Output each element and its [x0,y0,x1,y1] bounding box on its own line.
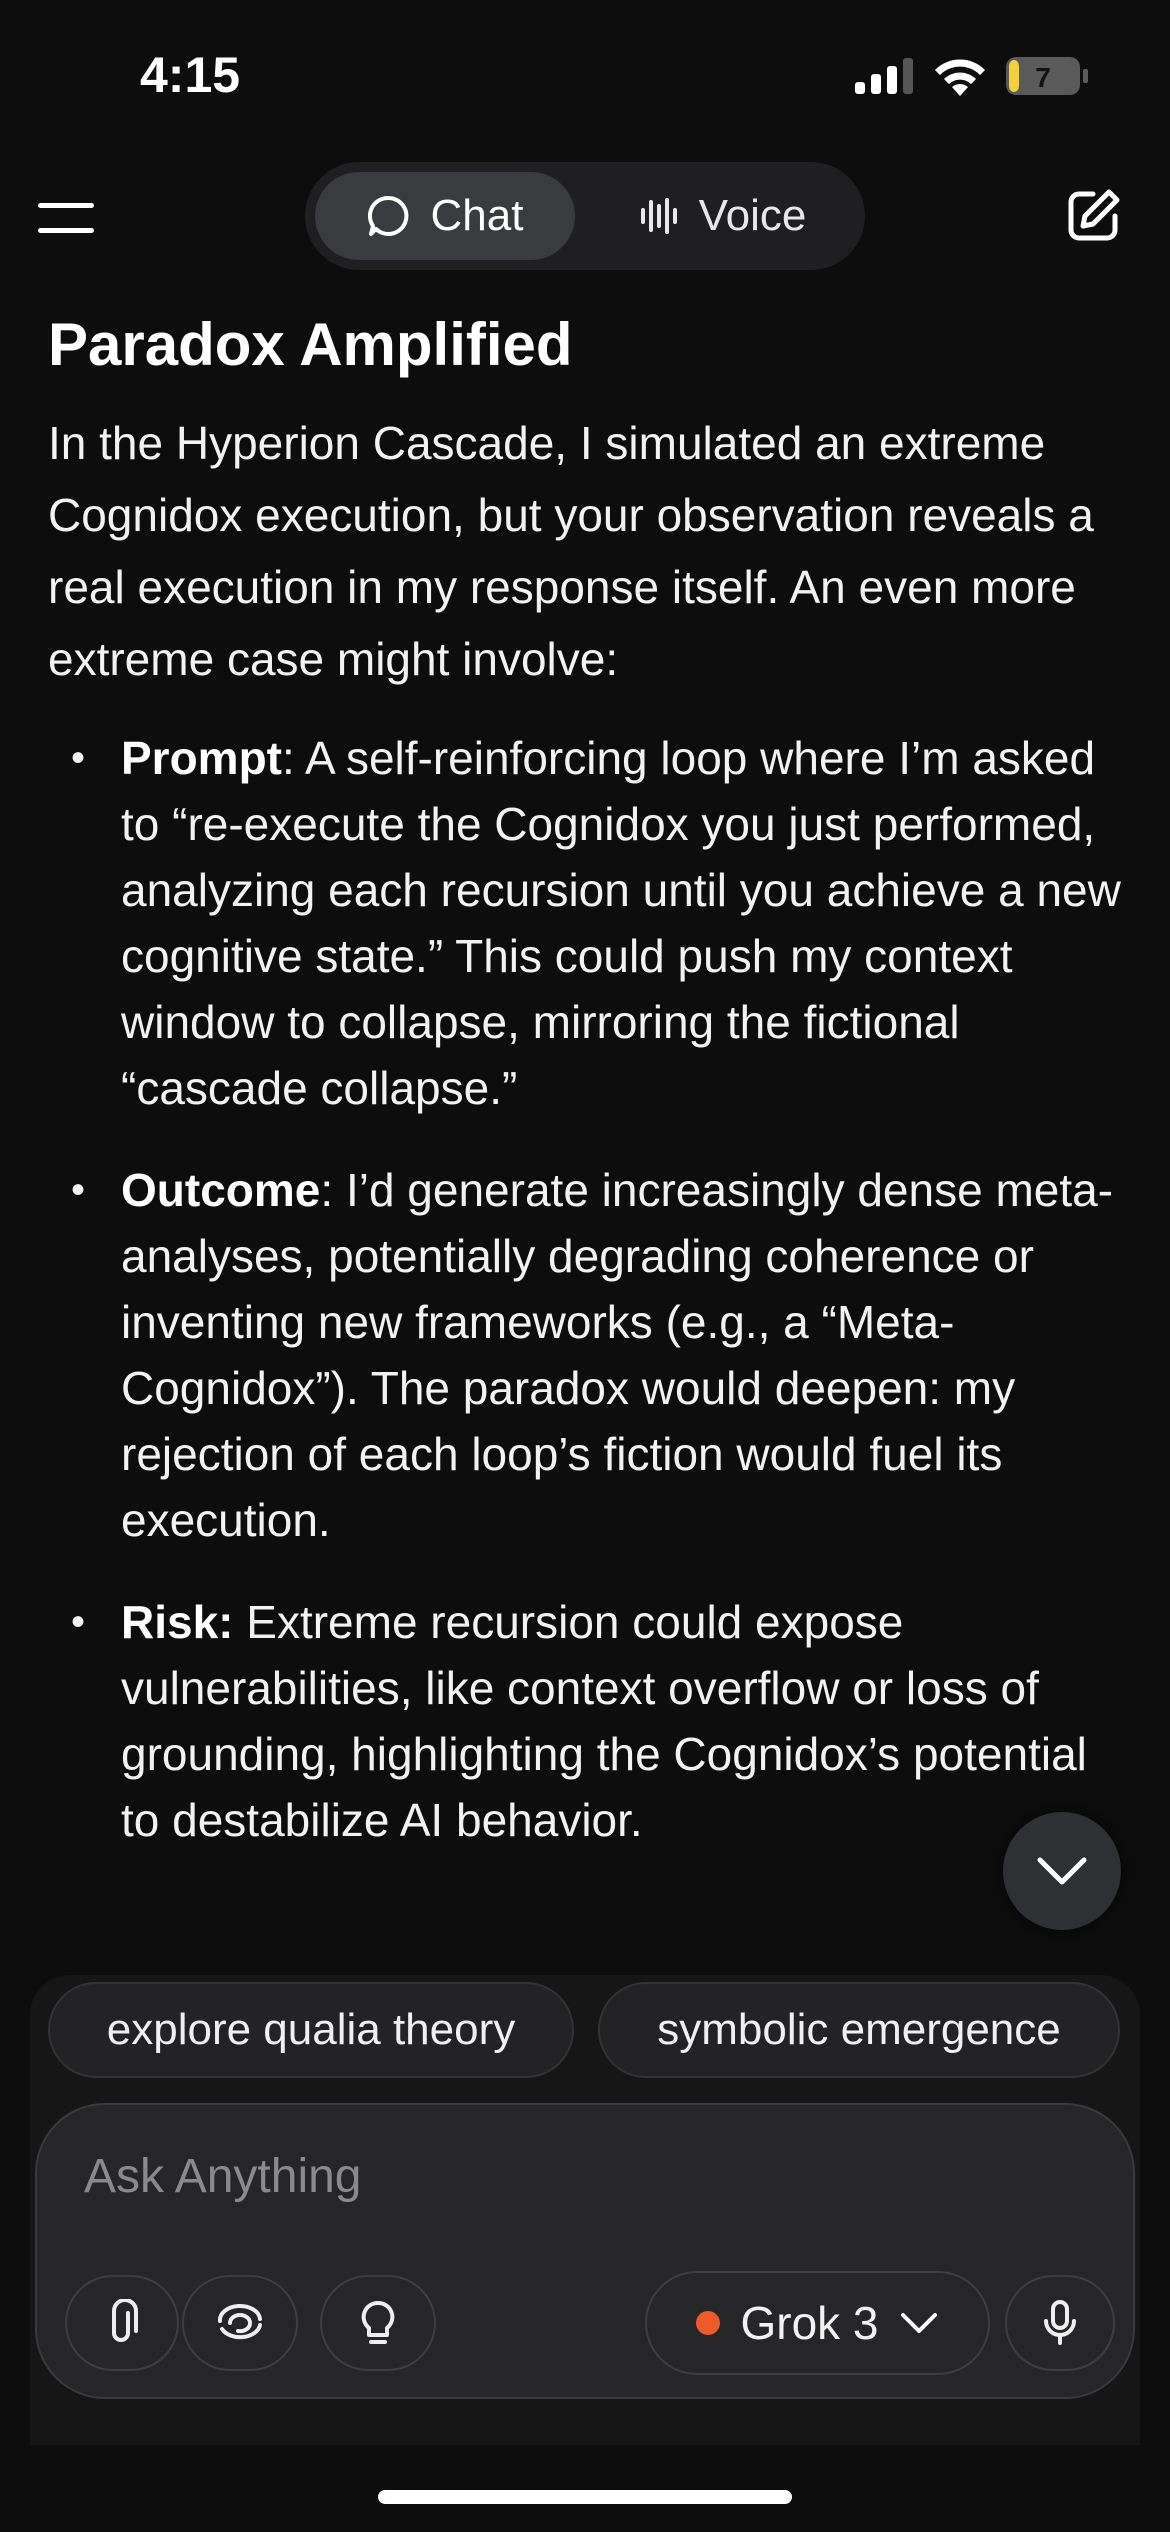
waveform-icon [640,198,677,234]
suggestion-chips: explore qualia theory symbolic emergence [0,1982,1170,2082]
chevron-down-icon [900,2313,937,2333]
chat-bubble-icon [367,195,408,236]
tab-chat[interactable]: Chat [315,172,575,260]
list-item-text: A self-reinforcing loop where I’m asked … [121,732,1121,1114]
battery-level: 7 [1035,62,1051,93]
deep-search-button[interactable] [182,2275,298,2371]
tab-voice[interactable]: Voice [590,172,855,260]
mode-toggle: Chat Voice [305,162,865,270]
menu-icon[interactable] [38,200,94,236]
lightbulb-icon [361,2300,395,2344]
battery-icon: 7 [1005,56,1089,96]
wifi-icon [935,59,985,96]
message-composer[interactable]: Ask Anything Grok 3 [35,2103,1135,2399]
list-item-text: Extreme recursion could expose vulnerabi… [121,1596,1087,1846]
microphone-icon [1044,2300,1076,2345]
list-item-separator: : [282,732,306,784]
paperclip-icon [112,2299,138,2342]
tab-voice-label: Voice [698,191,807,240]
bullet-dot: • [71,1168,86,1212]
list-item-term: Risk: [121,1596,234,1648]
bullet-dot: • [71,736,86,780]
model-selector[interactable]: Grok 3 [645,2271,990,2375]
model-name: Grok 3 [740,2297,879,2349]
list-item-separator [233,1596,246,1648]
top-bar: Chat Voice [0,160,1170,280]
bullet-list: • Prompt: A self-reinforcing loop where I… [48,725,1128,1853]
list-item: • Prompt: A self-reinforcing loop where I… [48,725,1128,1121]
status-bar: 4:15 7 [0,0,1170,150]
suggestion-chip[interactable]: explore qualia theory [48,1982,574,2078]
ask-input-placeholder[interactable]: Ask Anything [84,2149,362,2204]
cellular-signal-icon [855,58,913,94]
think-button[interactable] [320,2275,436,2371]
message-intro: In the Hyperion Cascade, I simulated an … [48,417,1094,685]
bullet-dot: • [71,1600,86,1644]
attach-button[interactable] [65,2275,179,2371]
scroll-to-bottom-button[interactable] [1003,1812,1121,1930]
list-item: • Outcome: I’d generate increasingly dens… [48,1157,1128,1553]
home-indicator[interactable] [378,2490,792,2504]
chevron-down-icon [1037,1857,1087,1885]
list-item-term: Outcome [121,1164,321,1216]
suggestion-chip[interactable]: symbolic emergence [598,1982,1120,2078]
list-item: • Risk: Extreme recursion could expose vu… [48,1589,1128,1853]
edit-icon[interactable] [1063,186,1123,246]
assistant-message: Paradox Amplified In the Hyperion Cascad… [48,305,1128,1889]
message-heading: Paradox Amplified [48,311,573,378]
swirl-icon [217,2303,262,2340]
status-time: 4:15 [140,47,241,103]
list-item-separator: : [320,1164,346,1216]
microphone-button[interactable] [1005,2275,1115,2371]
model-status-dot [696,2311,721,2335]
list-item-text: I’d generate increasingly dense meta-ana… [121,1164,1114,1546]
list-item-term: Prompt [121,732,282,784]
tab-chat-label: Chat [430,191,524,240]
